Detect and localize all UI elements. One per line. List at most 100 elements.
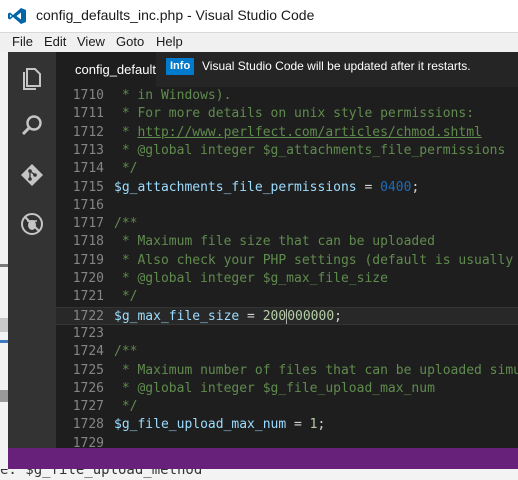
code-editor[interactable]: 1710 * in Windows). 1711 * For more detai… — [56, 87, 518, 448]
code-token: * in Windows). — [114, 88, 232, 103]
menu-goto[interactable]: Goto — [116, 34, 144, 49]
code-line[interactable]: 1718 * Maximum file size that can be upl… — [56, 233, 518, 251]
code-token: */ — [114, 399, 138, 415]
code-token: 200 — [262, 308, 287, 324]
git-icon[interactable] — [16, 160, 48, 192]
line-number: 1718 — [72, 234, 104, 250]
line-number: 1724 — [72, 344, 104, 360]
code-line[interactable]: 1727 */ — [56, 398, 518, 416]
code-line[interactable]: 1712 * http://www.perlfect.com/articles/… — [56, 124, 518, 142]
menu-file[interactable]: File — [12, 34, 33, 49]
line-number: 1713 — [72, 142, 104, 158]
code-token: * Maximum number of files that can be up… — [114, 362, 518, 378]
line-number: 1717 — [72, 216, 104, 232]
line-number: 1723 — [72, 325, 104, 341]
code-token: = — [239, 308, 263, 324]
code-token: /** — [114, 344, 138, 360]
code-line[interactable]: 1719 * Also check your PHP settings (def… — [56, 252, 518, 270]
line-code: * For more details on unix style permiss… — [114, 105, 474, 123]
code-token: $g_file_upload_max_num — [114, 417, 287, 433]
line-number: 1715 — [72, 179, 104, 195]
code-token: = — [356, 179, 381, 195]
code-line[interactable]: 1723 — [56, 325, 518, 343]
tab-label: config_defaults_inc.php — [75, 62, 156, 77]
code-token: 1 — [309, 417, 318, 433]
title-bar: config_defaults_inc.php - Visual Studio … — [0, 0, 518, 33]
code-token: ; — [334, 308, 342, 324]
line-code: * Maximum file size that can be uploaded — [114, 233, 435, 251]
code-token: * @global integer $g_attachments_file_pe… — [114, 142, 506, 158]
line-code: * @global integer $g_max_file_size — [114, 270, 388, 288]
line-number: 1728 — [72, 417, 104, 433]
code-line[interactable]: 1724 /** — [56, 343, 518, 361]
line-number: 1720 — [72, 271, 104, 286]
code-token: = — [286, 417, 310, 433]
line-code: $g_attachments_file_permissions = 0400; — [114, 179, 419, 197]
code-line[interactable]: 1721 */ — [56, 288, 518, 306]
line-code: $g_max_file_size = 200000000; — [114, 308, 342, 326]
code-token: * @global integer $g_file_upload_max_num — [114, 380, 435, 396]
code-line[interactable]: 1728 $g_file_upload_max_num = 1; — [56, 416, 518, 434]
line-number: 1729 — [72, 435, 104, 448]
code-token: $g_attachments_file_permissions — [114, 179, 357, 195]
vscode-logo-icon — [8, 8, 26, 24]
window-title: config_defaults_inc.php - Visual Studio … — [36, 7, 315, 23]
code-line[interactable]: 1726 * @global integer $g_file_upload_ma… — [56, 380, 518, 398]
line-code: */ — [114, 398, 138, 416]
line-number: 1716 — [72, 197, 104, 213]
code-line[interactable]: 1711 * For more details on unix style pe… — [56, 105, 518, 123]
code-token: * — [114, 124, 138, 140]
debug-icon[interactable] — [16, 208, 48, 240]
line-code: * @global integer $g_attachments_file_pe… — [114, 142, 506, 160]
line-code: /** — [114, 215, 137, 233]
notification-message: Visual Studio Code will be updated after… — [202, 59, 471, 73]
line-code: */ — [114, 160, 138, 178]
menu-view[interactable]: View — [77, 34, 105, 49]
search-icon[interactable] — [16, 110, 48, 142]
code-line[interactable]: 1717 /** — [56, 215, 518, 233]
code-line[interactable]: 1713 * @global integer $g_attachments_fi… — [56, 142, 518, 160]
activity-bar — [8, 52, 56, 452]
line-number: 1710 — [72, 88, 104, 103]
update-notification[interactable]: Info Visual Studio Code will be updated … — [164, 56, 518, 78]
line-number: 1726 — [72, 380, 104, 396]
code-token: 000000 — [287, 308, 335, 324]
line-number: 1719 — [72, 252, 104, 268]
line-code: $g_file_upload_max_num = 1; — [114, 416, 325, 434]
status-bar — [8, 448, 518, 469]
background-window-edge — [0, 52, 8, 480]
line-number: 1711 — [72, 106, 104, 122]
code-token: $g_max_file_size — [114, 308, 240, 324]
code-token: * For more details on unix style permiss… — [114, 106, 475, 122]
code-line[interactable]: 1720 * @global integer $g_max_file_size — [56, 270, 518, 288]
line-code: */ — [114, 288, 138, 306]
code-token: */ — [114, 161, 138, 177]
code-token: * @global integer $g_max_file_size — [114, 271, 388, 286]
background-code-text: e: $g_file_upload_method — [0, 469, 203, 478]
line-code: * @global integer $g_file_upload_max_num — [114, 380, 435, 398]
code-line[interactable]: 1714 */ — [56, 160, 518, 178]
code-token: ; — [317, 417, 326, 433]
code-line[interactable]: 1729 — [56, 435, 518, 448]
line-number: 1725 — [72, 362, 104, 378]
line-number: 1722 — [72, 308, 104, 324]
explorer-icon[interactable] — [16, 62, 48, 94]
line-number: 1714 — [72, 161, 104, 177]
code-line[interactable]: 1716 — [56, 197, 518, 215]
line-code: * http://www.perlfect.com/articles/chmod… — [114, 124, 482, 142]
code-line[interactable]: 1725 * Maximum number of files that can … — [56, 362, 518, 380]
line-code: * in Windows). — [114, 87, 232, 105]
menu-help[interactable]: Help — [156, 34, 183, 49]
menu-edit[interactable]: Edit — [44, 34, 66, 49]
line-code: /** — [114, 343, 137, 361]
code-line[interactable]: 1715 $g_attachments_file_permissions = 04… — [56, 179, 518, 197]
code-token: http://www.perlfect.com/articles/chmod.s… — [137, 124, 482, 140]
line-number: 1712 — [72, 124, 104, 140]
code-line[interactable]: 1710 * in Windows). — [56, 87, 518, 105]
line-number: 1727 — [72, 399, 104, 415]
tab-config-defaults[interactable]: config_defaults_inc.php — [56, 52, 156, 87]
code-token: * Also check your PHP settings (default … — [114, 252, 518, 268]
code-line[interactable]: 1722 $g_max_file_size = 200000000; — [56, 306, 518, 326]
background-window-text: e: $g_file_upload_method — [0, 469, 518, 480]
info-badge: Info — [166, 58, 195, 75]
